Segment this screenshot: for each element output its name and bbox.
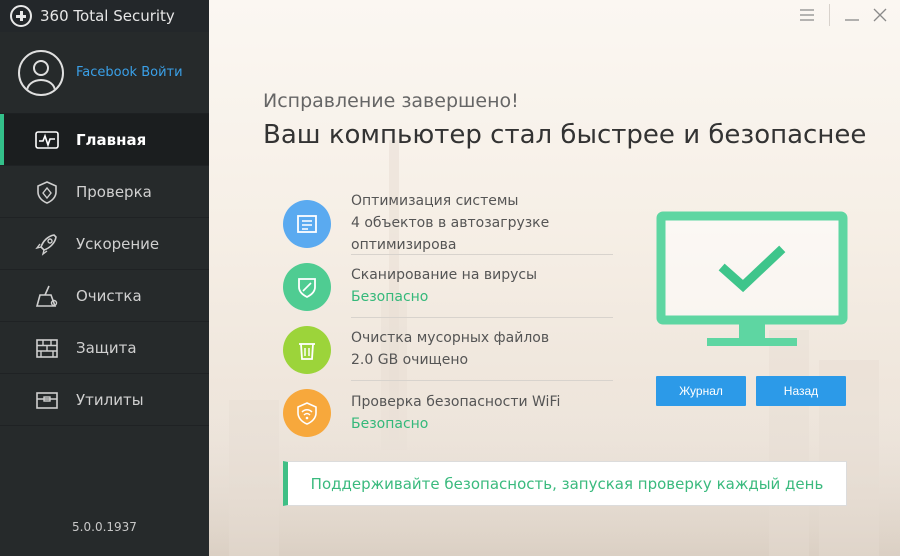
list-item: Оптимизация системы 4 объектов в автозаг… — [283, 192, 613, 255]
shield-scan-icon — [34, 179, 60, 205]
list-item: Сканирование на вирусы Безопасно — [283, 255, 613, 318]
result-title: Проверка безопасности WiFi — [351, 393, 561, 410]
log-button[interactable]: Журнал — [656, 376, 746, 406]
monitor-checkmark-icon — [656, 211, 848, 346]
sidebar-item-scan[interactable]: Проверка — [0, 166, 209, 218]
sidebar-item-label: Защита — [76, 338, 137, 357]
result-status: Безопасно — [351, 415, 429, 432]
app-title: 360 Total Security — [40, 7, 175, 25]
sidebar-nav: Главная Проверка Ускорение Очистка Защит… — [0, 114, 209, 426]
menu-icon[interactable] — [793, 0, 821, 30]
result-title: Сканирование на вирусы — [351, 267, 538, 283]
sidebar: 360 Total Security Facebook Войти Главна… — [0, 0, 209, 556]
list-item: Проверка безопасности WiFi Безопасно — [283, 381, 613, 444]
titlebar: 360 Total Security — [0, 0, 209, 32]
fix-complete-subtitle: Исправление завершено! — [263, 90, 519, 112]
sidebar-item-tools[interactable]: Утилиты — [0, 374, 209, 426]
toolbox-icon — [34, 387, 60, 413]
wifi-shield-icon — [283, 388, 331, 437]
sidebar-item-label: Проверка — [76, 182, 152, 201]
list-icon — [283, 199, 331, 248]
result-status: Безопасно — [351, 289, 429, 305]
app-version: 5.0.0.1937 — [72, 520, 137, 534]
sidebar-item-cleanup[interactable]: Очистка — [0, 270, 209, 322]
sidebar-item-speedup[interactable]: Ускорение — [0, 218, 209, 270]
sidebar-item-label: Главная — [76, 130, 147, 149]
minimize-icon[interactable] — [838, 0, 866, 30]
firewall-icon — [34, 335, 60, 361]
close-icon[interactable] — [866, 0, 894, 30]
shield-icon — [283, 262, 331, 311]
profile-area: Facebook Войти — [0, 32, 209, 114]
facebook-login-link[interactable]: Facebook Войти — [76, 65, 183, 80]
sidebar-item-label: Очистка — [76, 286, 142, 305]
list-item: Очистка мусорных файлов 2.0 GB очищено — [283, 318, 613, 381]
daily-scan-tip[interactable]: Поддерживайте безопасность, запуская про… — [283, 461, 847, 506]
rocket-icon — [34, 231, 60, 257]
results-list: Оптимизация системы 4 объектов в автозаг… — [283, 192, 613, 444]
pulse-monitor-icon — [34, 127, 60, 153]
result-title: Очистка мусорных файлов — [351, 330, 550, 346]
window-controls — [793, 0, 900, 30]
page-title: Ваш компьютер стал быстрее и безопаснее — [263, 120, 867, 150]
result-title: Оптимизация системы — [351, 193, 519, 209]
sidebar-item-label: Ускорение — [76, 234, 160, 253]
sidebar-item-home[interactable]: Главная — [0, 114, 209, 166]
back-button[interactable]: Назад — [756, 376, 846, 406]
avatar-icon[interactable] — [18, 49, 64, 96]
result-status: 2.0 GB очищено — [351, 352, 469, 368]
trash-icon — [283, 325, 331, 374]
sidebar-item-label: Утилиты — [76, 390, 144, 409]
broom-icon — [34, 283, 60, 309]
main-panel: Исправление завершено! Ваш компьютер ста… — [209, 0, 900, 556]
result-status: 4 объектов в автозагрузке оптимизирова — [351, 215, 550, 253]
sidebar-item-protection[interactable]: Защита — [0, 322, 209, 374]
app-logo-icon — [10, 5, 32, 27]
